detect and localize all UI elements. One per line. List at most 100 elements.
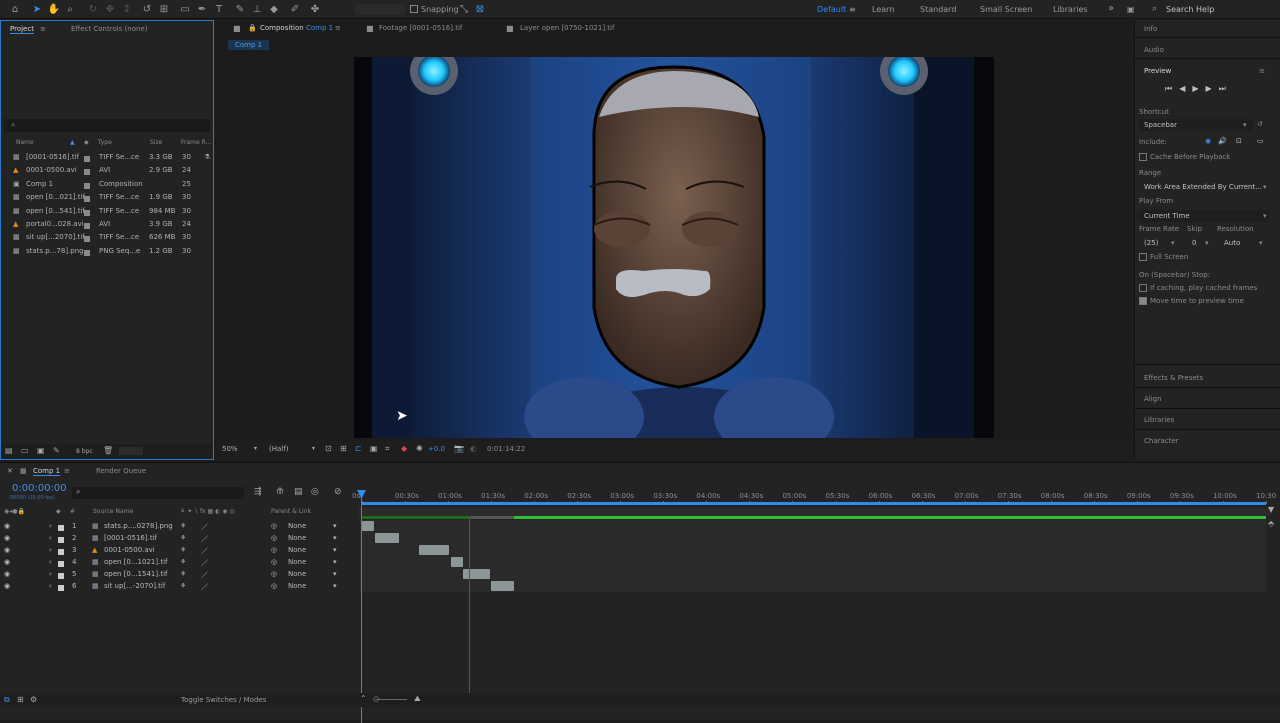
layer-row[interactable]: ◉ › 5 ▦ open [0...1541].tif ⚘ ／ ◎ None ▾ <box>0 568 360 580</box>
in-out-icon[interactable]: ⚙ <box>30 695 37 704</box>
parent-dropdown[interactable]: None <box>288 582 306 590</box>
layer-duration-bar[interactable] <box>491 581 514 591</box>
parent-dropdown[interactable]: None <box>288 558 306 566</box>
skip-dropdown[interactable]: 0 <box>1192 239 1196 247</box>
project-list-item[interactable]: ▲ portal0...028.avi AVI 3.9 GB 24 <box>11 218 211 231</box>
transparency-grid-icon[interactable]: ⊞ <box>340 444 347 453</box>
frame-rate-dropdown[interactable]: (25) <box>1144 239 1158 247</box>
settings-icon[interactable]: ✎ <box>53 446 60 455</box>
comp-breadcrumb[interactable]: Comp 1 <box>228 40 270 50</box>
footer-scroll[interactable] <box>119 447 143 455</box>
tab-layer[interactable]: Layer open [0750-1021].tif <box>520 24 614 32</box>
include-audio-icon[interactable]: 🔊 <box>1218 137 1227 145</box>
quality-switch-icon[interactable]: ／ <box>201 570 208 580</box>
zoom-slider[interactable] <box>375 699 407 700</box>
brush-tool-icon[interactable]: ✎ <box>233 3 247 16</box>
hand-tool-icon[interactable]: ✋ <box>47 3 61 16</box>
full-screen-option[interactable]: Full Screen <box>1139 253 1188 261</box>
lock-icon[interactable]: 🔒 <box>248 24 257 32</box>
tab-render-queue[interactable]: Render Queue <box>96 467 146 475</box>
interpret-footage-icon[interactable]: ▤ <box>5 446 13 455</box>
parent-dropdown[interactable]: None <box>288 534 306 542</box>
shy-switch-icon[interactable]: ⚘ <box>180 558 186 566</box>
pick-whip-icon[interactable]: ◎ <box>271 570 277 578</box>
visibility-eye-icon[interactable]: ◉ <box>4 570 10 578</box>
external-monitor-icon[interactable]: ▭ <box>1257 137 1264 145</box>
resolution-dropdown[interactable]: (Half) <box>269 445 288 453</box>
layer-name[interactable]: open [0...1021].tif <box>104 558 167 566</box>
zoom-dropdown[interactable]: 50% <box>222 445 238 453</box>
layer-duration-bar[interactable] <box>375 533 399 543</box>
time-navigator-bar[interactable] <box>362 502 1266 505</box>
shy-switch-icon[interactable]: ⚘ <box>180 534 186 542</box>
anchor-tool-icon[interactable]: ⊞ <box>157 3 171 16</box>
show-snapshot-icon[interactable]: ◐ <box>470 444 477 453</box>
viewer-close-icon[interactable]: ■ <box>233 24 241 33</box>
layer-name[interactable]: [0001-0516].tif <box>104 534 157 542</box>
visibility-eye-icon[interactable]: ◉ <box>4 558 10 566</box>
shy-switch-icon[interactable]: ⚘ <box>180 582 186 590</box>
cache-before-playback[interactable]: Cache Before Playback <box>1139 153 1230 161</box>
zoom-out-icon[interactable]: ⌃ <box>360 694 367 703</box>
exposure-value[interactable]: +0.0 <box>428 445 445 453</box>
if-caching-checkbox[interactable] <box>1139 284 1147 292</box>
sort-icon[interactable]: ▲ <box>70 139 75 146</box>
pen-tool-icon[interactable]: ✒ <box>195 3 209 16</box>
visibility-eye-icon[interactable]: ◉ <box>4 546 10 554</box>
rectangle-tool-icon[interactable]: ▭ <box>178 3 192 16</box>
puppet-tool-icon[interactable]: ✤ <box>308 3 322 16</box>
composition-mini-flowchart-icon[interactable]: ⇶ <box>254 487 262 497</box>
layer-switches-icon[interactable]: ⧉ <box>4 695 10 705</box>
comp-marker-icon[interactable]: ⬘ <box>1268 519 1274 528</box>
pick-whip-icon[interactable]: ◎ <box>271 558 277 566</box>
viewer-timecode[interactable]: 0:01:14:22 <box>487 445 525 453</box>
next-frame-icon[interactable]: ▶ <box>1206 84 1219 93</box>
exposure-icon[interactable]: ✺ <box>416 444 423 453</box>
transfer-controls-icon[interactable]: ⊞ <box>17 695 24 704</box>
layer-name[interactable]: 0001-0500.avi <box>104 546 155 554</box>
current-time-indicator[interactable] <box>361 491 362 723</box>
character-tab[interactable]: Character <box>1144 437 1179 445</box>
quality-switch-icon[interactable]: ／ <box>201 582 208 592</box>
column-type[interactable]: Type <box>98 139 112 146</box>
pick-whip-icon[interactable]: ◎ <box>271 546 277 554</box>
layer-name[interactable]: stats.p....0278].png <box>104 522 173 530</box>
column-name[interactable]: Name <box>16 139 34 146</box>
last-frame-icon[interactable]: ⏭ <box>1219 84 1233 93</box>
shy-layers-icon[interactable]: ▤ <box>294 487 303 497</box>
pan-tool-icon[interactable]: ✥ <box>103 3 117 16</box>
new-comp-icon[interactable]: ▣ <box>37 446 45 455</box>
libraries-tab[interactable]: Libraries <box>1144 416 1174 424</box>
align-tab[interactable]: Align <box>1144 395 1162 403</box>
layer-name[interactable]: sit up[...-2070].tif <box>104 582 165 590</box>
move-time-checkbox[interactable] <box>1139 297 1147 305</box>
zoom-slider-handle[interactable]: ○ <box>373 695 379 703</box>
visibility-eye-icon[interactable]: ◉ <box>4 534 10 542</box>
tab-timeline-comp[interactable]: Comp 1 <box>33 467 61 476</box>
first-frame-icon[interactable]: ⏮ <box>1165 84 1179 93</box>
eraser-tool-icon[interactable]: ◆ <box>267 3 281 16</box>
work-area-track[interactable] <box>359 508 1270 516</box>
label-icon[interactable]: ◆ <box>84 139 89 146</box>
include-video-icon[interactable]: ◉ <box>1205 137 1211 145</box>
twirl-down-icon[interactable]: › <box>49 522 52 530</box>
layer-row[interactable]: ◉ › 6 ▦ sit up[...-2070].tif ⚘ ／ ◎ None ▾ <box>0 580 360 592</box>
project-list-item[interactable]: ▦ sit up[...2070].tif TIFF Se...ce 626 MB 30 <box>11 231 211 244</box>
layer-row[interactable]: ◉ › 4 ▦ open [0...1021].tif ⚘ ／ ◎ None ▾ <box>0 556 360 568</box>
motion-blur-icon[interactable]: ⊘ <box>334 487 342 497</box>
layer-duration-bar[interactable] <box>362 521 374 531</box>
orbit-tool-icon[interactable]: ↻ <box>86 3 100 16</box>
workspace-libraries[interactable]: Libraries <box>1053 5 1088 14</box>
reset-icon[interactable]: ↺ <box>1257 120 1263 128</box>
search-help-field[interactable]: Search Help <box>1166 5 1214 14</box>
composition-viewport[interactable] <box>354 57 994 438</box>
visibility-eye-icon[interactable]: ◉ <box>4 582 10 590</box>
shortcut-dropdown[interactable]: Spacebar ▾ <box>1139 119 1253 131</box>
project-list-item[interactable]: ▦ [0001-0516].tif TIFF Se...ce 3.3 GB 30 ⚗ <box>11 151 211 164</box>
pick-whip-icon[interactable]: ◎ <box>271 582 277 590</box>
layer-row[interactable]: ◉ › 1 ▦ stats.p....0278].png ⚘ ／ ◎ None ▾ <box>0 520 360 532</box>
selection-tool-icon[interactable]: ➤ <box>30 3 44 16</box>
workspace-menu-icon[interactable]: ≡ <box>849 5 856 14</box>
project-list-item[interactable]: ▦ open [0...021].tif TIFF Se...ce 1.9 GB 30 <box>11 191 211 204</box>
parent-link-column[interactable]: Parent & Link <box>271 508 311 515</box>
